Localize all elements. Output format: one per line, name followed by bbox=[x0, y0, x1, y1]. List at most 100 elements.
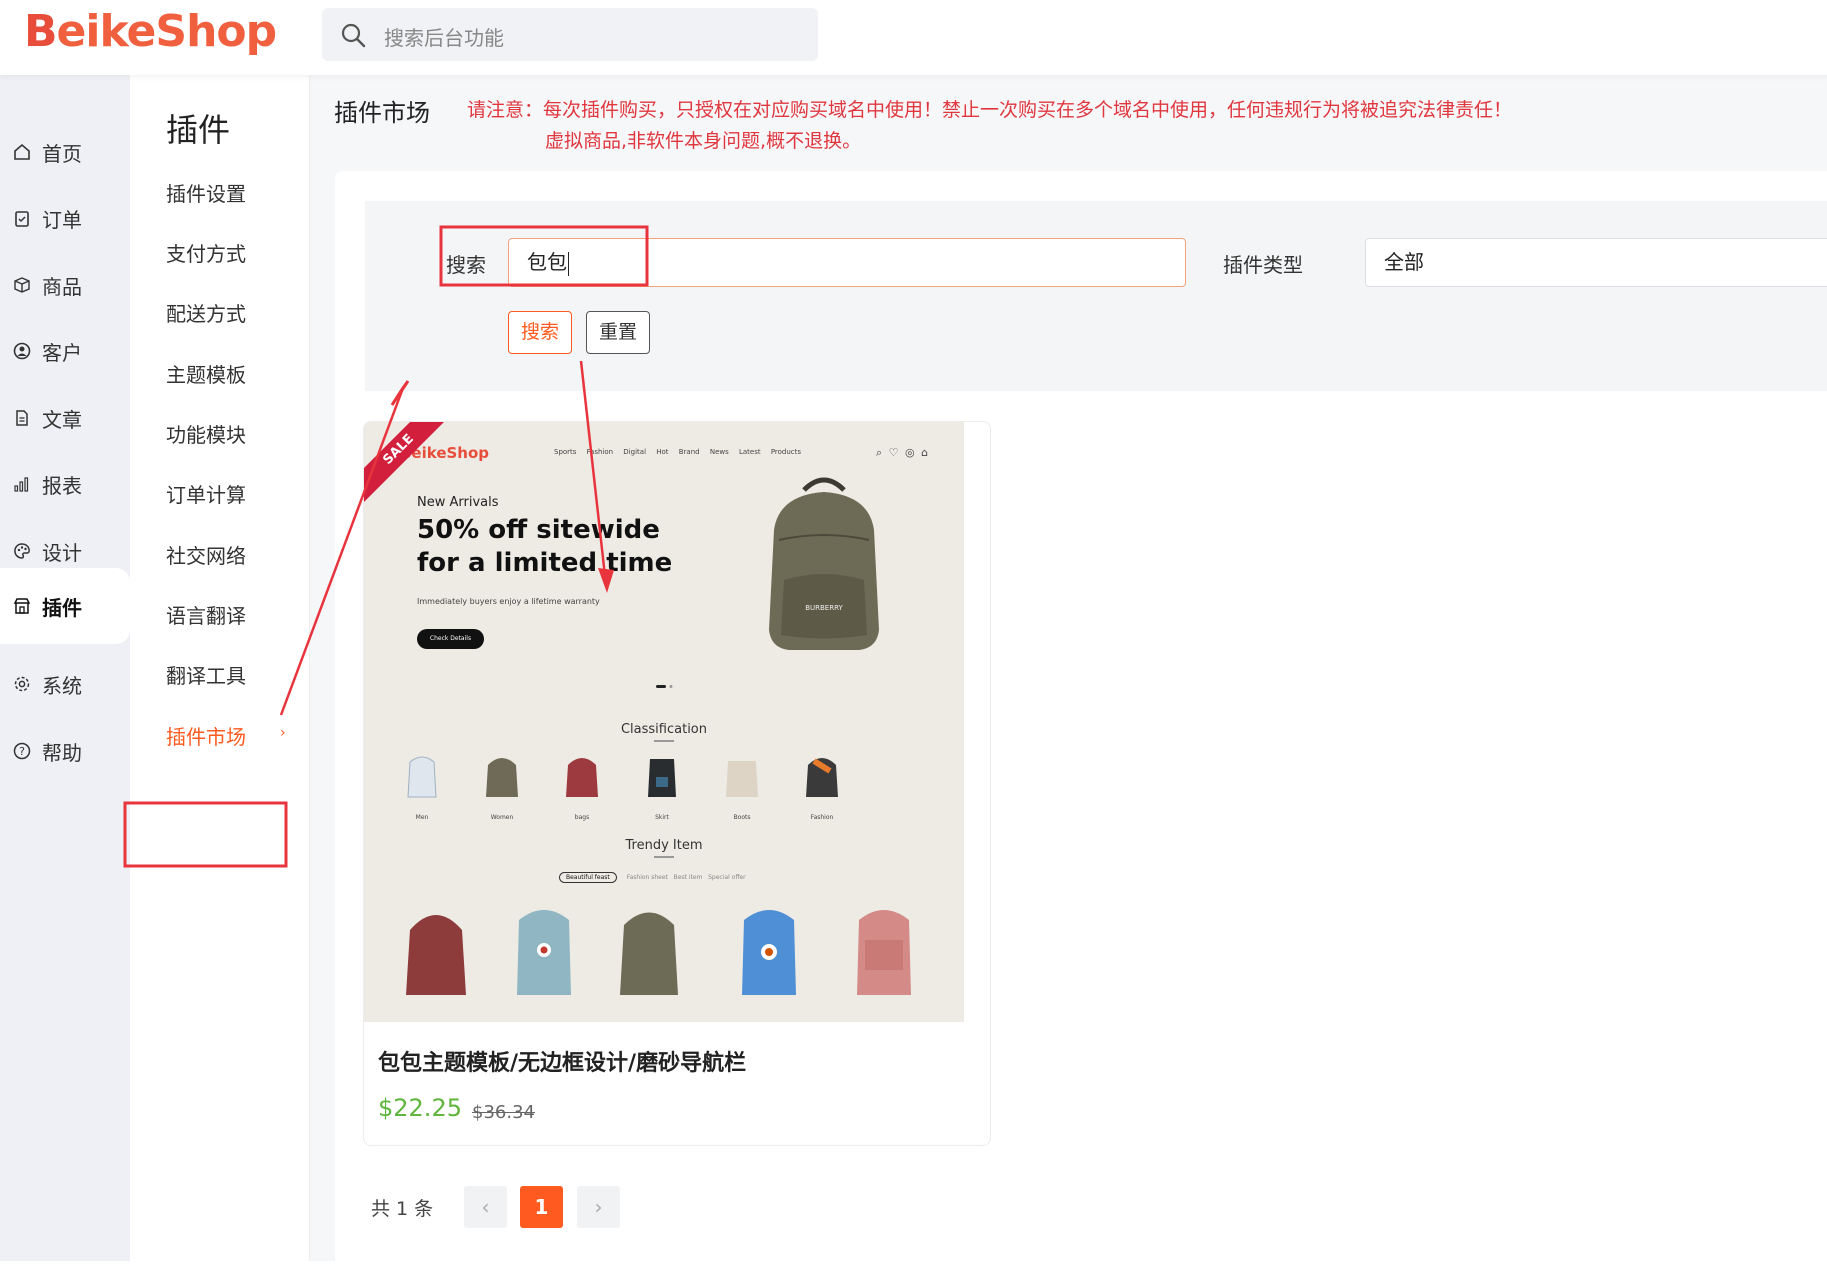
next-page-button[interactable]: › bbox=[577, 1186, 620, 1228]
prev-page-button[interactable]: ‹ bbox=[464, 1186, 507, 1228]
plugin-card[interactable]: BeikeShop Sports Fashion Digital Hot Bra… bbox=[363, 421, 991, 1146]
shop-icon bbox=[12, 596, 32, 616]
nav-item-articles[interactable]: 文章 bbox=[0, 389, 130, 447]
nav-item-plugins[interactable]: 插件 bbox=[0, 568, 130, 644]
section-underline bbox=[654, 856, 674, 858]
subnav-item-themes[interactable]: 主题模板 bbox=[166, 359, 246, 388]
nav-label: 帮助 bbox=[42, 740, 82, 765]
svg-text:BURBERRY: BURBERRY bbox=[805, 604, 843, 612]
type-label: 插件类型 bbox=[1223, 253, 1303, 277]
nav-label: 文章 bbox=[42, 407, 82, 432]
category-fashion bbox=[792, 747, 852, 806]
home-icon bbox=[12, 142, 32, 162]
subnav-item-plugin-settings[interactable]: 插件设置 bbox=[166, 178, 246, 207]
subnav-item-language[interactable]: 语言翻译 bbox=[166, 600, 246, 629]
nav-label: 报表 bbox=[42, 473, 82, 498]
top-bar: BeikeShop 搜索后台功能 bbox=[0, 0, 1827, 75]
preview-trendy-tabs: Beautiful feast Fashion sheet Best item … bbox=[559, 872, 746, 883]
category-caption: Skirt bbox=[655, 814, 669, 821]
nav-label: 设计 bbox=[42, 540, 82, 565]
category-caption: Men bbox=[415, 814, 429, 821]
category-boots bbox=[712, 747, 772, 806]
nav-item-products[interactable]: 商品 bbox=[0, 256, 130, 314]
reset-button[interactable]: 重置 bbox=[586, 311, 651, 354]
subnav-item-social[interactable]: 社交网络 bbox=[166, 540, 246, 569]
category-caption: bags bbox=[574, 814, 590, 821]
user-icon bbox=[12, 341, 32, 361]
text-caret bbox=[568, 251, 569, 276]
subnav-item-payment[interactable]: 支付方式 bbox=[166, 238, 246, 267]
backpack-hero-image: BURBERRY bbox=[769, 477, 879, 650]
trendy-product-image bbox=[406, 915, 466, 995]
search-button[interactable]: 搜索 bbox=[508, 311, 573, 354]
subnav-item-modules[interactable]: 功能模块 bbox=[166, 419, 246, 448]
palette-icon bbox=[12, 541, 32, 561]
nav-item-reports[interactable]: 报表 bbox=[0, 455, 130, 513]
category-skirt bbox=[632, 747, 692, 806]
plugin-title[interactable]: 包包主题模板/无边框设计/磨砂导航栏 bbox=[378, 1045, 746, 1077]
nav-item-help[interactable]: ? 帮助 bbox=[0, 722, 130, 780]
help-icon: ? bbox=[12, 741, 32, 761]
nav-item-orders[interactable]: 订单 bbox=[0, 189, 130, 247]
top-search-input[interactable]: 搜索后台功能 bbox=[322, 8, 818, 61]
plugin-type-select[interactable]: 全部 bbox=[1365, 238, 1827, 287]
preview-hero-heading: 50% off sitewide for a limited time bbox=[417, 514, 672, 580]
page-title: 插件市场 bbox=[334, 99, 430, 127]
nav-item-system[interactable]: 系统 bbox=[0, 655, 130, 713]
clipboard-icon bbox=[12, 208, 32, 228]
notice-line-2: 虚拟商品,非软件本身问题,概不退换。 bbox=[545, 130, 862, 152]
search-icon bbox=[341, 23, 366, 48]
category-men bbox=[392, 747, 452, 806]
filter-bar: 搜索 包包 插件类型 全部 搜索 重置 bbox=[365, 201, 1827, 391]
marketplace-panel: 搜索 包包 插件类型 全部 搜索 重置 BeikeShop Sports Fas… bbox=[335, 171, 1827, 1271]
bar-chart-icon bbox=[12, 474, 32, 494]
nav-label: 订单 bbox=[42, 207, 82, 232]
trendy-tab: Beautiful feast bbox=[559, 872, 617, 883]
trendy-tab: Fashion sheet bbox=[626, 874, 668, 881]
preview-hero-button: Check Details bbox=[417, 629, 484, 649]
preview-hero-small: Immediately buyers enjoy a lifetime warr… bbox=[417, 597, 600, 606]
trendy-tab: Special offer bbox=[708, 874, 746, 881]
nav-item-customers[interactable]: 客户 bbox=[0, 322, 130, 380]
nav-item-home[interactable]: 首页 bbox=[0, 123, 130, 181]
plugin-original-price: $36.34 bbox=[472, 1102, 535, 1123]
notice-text: 请注意：每次插件购买，只授权在对应购买域名中使用！禁止一次购买在多个域名中使用，… bbox=[467, 95, 1512, 157]
nav-label: 商品 bbox=[42, 274, 82, 299]
preview-header-icons: ⌕ ♡ ◎ ⌂ bbox=[876, 446, 929, 459]
plugin-preview-image[interactable]: BeikeShop Sports Fashion Digital Hot Bra… bbox=[364, 422, 964, 1022]
plugin-search-input[interactable]: 包包 bbox=[508, 238, 1186, 287]
subnav-item-translate-tools[interactable]: 翻译工具 bbox=[166, 660, 246, 689]
preview-trendy-title: Trendy Item bbox=[625, 838, 703, 853]
sale-ribbon-text: SALE bbox=[364, 422, 444, 502]
preview-nav: Sports Fashion Digital Hot Brand News La… bbox=[554, 448, 802, 456]
nav-label: 首页 bbox=[42, 141, 82, 166]
main-sidebar: 首页 订单 商品 客户 文章 报表 设计 插件 系统 ? 帮助 bbox=[0, 75, 130, 1261]
page-1-button[interactable]: 1 bbox=[520, 1186, 563, 1228]
gear-icon bbox=[12, 674, 32, 694]
notice-line-1: 请注意：每次插件购买，只授权在对应购买域名中使用！禁止一次购买在多个域名中使用，… bbox=[467, 99, 1513, 121]
trendy-tab: Best item bbox=[673, 874, 703, 881]
category-caption: Boots bbox=[733, 814, 751, 821]
trendy-product-image bbox=[742, 910, 796, 995]
nav-label: 客户 bbox=[42, 340, 82, 365]
subnav-item-shipping[interactable]: 配送方式 bbox=[166, 298, 246, 327]
category-caption: Women bbox=[490, 814, 514, 821]
top-search-placeholder: 搜索后台功能 bbox=[384, 26, 504, 50]
trendy-product-image bbox=[857, 910, 911, 995]
plugin-subnav: 插件 插件设置 支付方式 配送方式 主题模板 功能模块 订单计算 社交网络 语言… bbox=[130, 75, 310, 1261]
subnav-item-order-calc[interactable]: 订单计算 bbox=[166, 479, 246, 508]
subnav-item-marketplace[interactable]: 插件市场 bbox=[166, 721, 246, 750]
search-value: 包包 bbox=[527, 250, 567, 274]
search-label: 搜索 bbox=[446, 253, 486, 277]
svg-text:?: ? bbox=[19, 745, 25, 758]
logo[interactable]: BeikeShop bbox=[24, 6, 277, 57]
category-bags bbox=[552, 747, 612, 806]
nav-label: 插件 bbox=[42, 595, 82, 620]
total-count: 共 1 条 bbox=[371, 1198, 434, 1220]
main-content: 插件市场 请注意：每次插件购买，只授权在对应购买域名中使用！禁止一次购买在多个域… bbox=[310, 75, 1827, 1271]
preview-classification-title: Classification bbox=[620, 722, 708, 737]
trendy-product-image bbox=[620, 912, 678, 995]
section-underline bbox=[654, 740, 674, 742]
hero-line-2: for a limited time bbox=[417, 548, 673, 578]
document-icon bbox=[12, 408, 32, 428]
